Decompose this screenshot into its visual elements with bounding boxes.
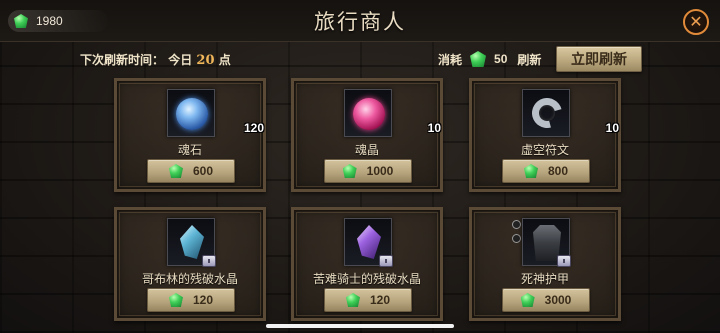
item-slot[interactable]: 120 <box>167 89 264 137</box>
item-price: 800 <box>547 164 569 178</box>
buy-button[interactable]: 120 <box>324 288 412 312</box>
page-title: 旅行商人 <box>314 10 406 34</box>
cost-action-label: 刷新 <box>517 52 542 67</box>
refresh-hour: 20 <box>196 53 215 68</box>
chest-badge-icon <box>557 255 571 267</box>
cost-label: 消耗 <box>438 52 463 67</box>
green-gem-icon <box>345 293 360 307</box>
ring-decoration-icon <box>512 234 521 243</box>
cyan-crystal-icon <box>180 225 204 259</box>
green-gem-icon <box>470 51 487 67</box>
item-price: 3000 <box>544 293 572 307</box>
purple-crystal-icon <box>357 225 381 259</box>
item-slot[interactable]: 10 <box>344 89 441 137</box>
item-slot[interactable] <box>344 218 393 267</box>
buy-button[interactable]: 3000 <box>502 288 590 312</box>
blue-orb-icon <box>176 98 208 130</box>
chest-badge-icon <box>379 255 393 267</box>
shop-item-card[interactable]: 10 虚空符文 800 <box>469 78 621 192</box>
green-gem-icon <box>523 164 538 178</box>
item-name: 苦难骑士的残破水晶 <box>312 272 421 286</box>
cost-amount: 50 <box>494 52 508 66</box>
shop-item-card[interactable]: 死神护甲 3000 <box>469 207 621 321</box>
item-slot[interactable]: 10 <box>522 89 619 137</box>
pink-orb-icon <box>353 98 385 130</box>
item-name: 魂石 <box>177 143 202 157</box>
refresh-cost: 消耗 50 刷新 <box>438 49 541 69</box>
shop-item-card[interactable]: 120 魂石 600 <box>114 78 266 192</box>
buy-button[interactable]: 1000 <box>324 159 412 183</box>
item-slot[interactable] <box>522 218 571 267</box>
shop-item-card[interactable]: 苦难骑士的残破水晶 120 <box>291 207 443 321</box>
item-name: 虚空符文 <box>520 143 569 157</box>
item-name: 死神护甲 <box>520 272 569 286</box>
next-refresh-time: 下次刷新时间： 今日 20 点 <box>80 51 231 68</box>
item-name: 哥布林的残破水晶 <box>141 272 238 286</box>
refresh-hour-unit: 点 <box>218 53 231 67</box>
buy-button[interactable]: 600 <box>147 159 235 183</box>
top-bar: 1980 旅行商人 ✕ <box>0 0 720 42</box>
green-gem-icon <box>168 293 183 307</box>
close-button[interactable]: ✕ <box>683 9 709 35</box>
item-price: 120 <box>369 293 391 307</box>
refresh-day: 今日 <box>168 53 193 67</box>
shop-item-card[interactable]: 哥布林的残破水晶 120 <box>114 207 266 321</box>
refresh-now-button[interactable]: 立即刷新 <box>556 46 642 72</box>
buy-button[interactable]: 120 <box>147 288 235 312</box>
green-gem-icon <box>168 164 183 178</box>
item-price: 600 <box>192 164 214 178</box>
item-quantity: 10 <box>427 121 441 135</box>
item-slot[interactable] <box>167 218 216 267</box>
green-gem-icon <box>520 293 535 307</box>
item-name: 魂晶 <box>354 143 379 157</box>
item-quantity: 10 <box>605 121 619 135</box>
item-price: 1000 <box>366 164 394 178</box>
shop-item-card[interactable]: 10 魂晶 1000 <box>291 78 443 192</box>
item-price: 120 <box>192 293 214 307</box>
item-quantity: 120 <box>243 121 264 135</box>
chest-badge-icon <box>202 255 216 267</box>
void-rune-icon <box>526 92 568 134</box>
ring-decoration-icon <box>512 220 521 229</box>
buy-button[interactable]: 800 <box>502 159 590 183</box>
home-indicator[interactable] <box>266 324 454 328</box>
green-gem-icon <box>342 164 357 178</box>
close-icon: ✕ <box>689 12 703 31</box>
refresh-label: 下次刷新时间： <box>80 53 165 67</box>
